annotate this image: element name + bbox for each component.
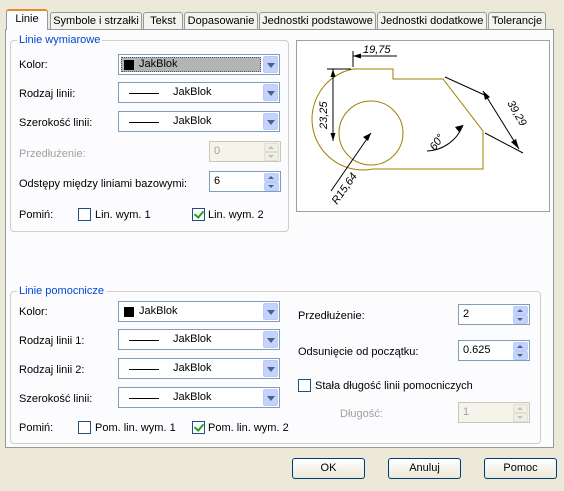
- ext-lineweight-label: Szerokość linii:: [19, 393, 93, 405]
- ext-extension-stepper[interactable]: 2: [458, 304, 530, 325]
- dim-suppress-label: Pomiń:: [19, 209, 54, 221]
- dim-linetype-label: Rodzaj linii:: [19, 88, 76, 100]
- preview-outline: [311, 68, 484, 171]
- spin-up-icon[interactable]: [264, 143, 279, 152]
- ext-suppress-2-label[interactable]: Pom. lin. wym. 2: [208, 422, 289, 434]
- dim-color-label: Kolor:: [19, 59, 48, 71]
- ext-extension-label: Przedłużenie:: [298, 310, 365, 322]
- ext-offset-value: 0.625: [463, 344, 491, 356]
- chevron-down-icon[interactable]: [263, 389, 278, 406]
- chevron-down-icon[interactable]: [263, 56, 278, 73]
- length-label: Długość:: [340, 408, 383, 420]
- dim-lineweight-value: JakBlok: [173, 115, 212, 127]
- preview-dim-top: 19,75: [363, 44, 391, 56]
- tab-symbole[interactable]: Symbole i strzałki: [50, 12, 142, 29]
- tab-linie[interactable]: Linie: [6, 9, 48, 30]
- dim-extension-stepper[interactable]: 0: [209, 141, 281, 162]
- tab-tolerancje[interactable]: Tolerancje: [488, 12, 546, 29]
- length-stepper[interactable]: 1: [458, 402, 530, 423]
- preview-dim-right: 39,29: [504, 99, 528, 129]
- spin-down-icon[interactable]: [513, 351, 528, 360]
- line-sample-icon: [129, 369, 159, 370]
- chevron-down-icon[interactable]: [263, 113, 278, 130]
- dim-suppress-1-checkbox[interactable]: [78, 208, 91, 221]
- chevron-down-icon[interactable]: [263, 84, 278, 101]
- tab-jednostki-dodatkowe[interactable]: Jednostki dodatkowe: [377, 12, 487, 29]
- ext-suppress-2-checkbox[interactable]: [192, 421, 205, 434]
- chevron-down-icon[interactable]: [263, 303, 278, 320]
- dim-color-select[interactable]: JakBlok: [118, 54, 280, 75]
- ext-suppress-1-checkbox[interactable]: [78, 421, 91, 434]
- ext-linetype1-select[interactable]: JakBlok: [118, 329, 280, 350]
- ext-color-value: JakBlok: [139, 305, 178, 317]
- tab-tekst[interactable]: Tekst: [143, 12, 183, 29]
- preview-dim-radius: R15,64: [330, 171, 360, 207]
- dim-extension-value: 0: [214, 145, 221, 157]
- preview-drawing: 19,75 23,25 39,29 60° R15,64: [311, 44, 529, 207]
- ext-suppress-1-label[interactable]: Pom. lin. wym. 1: [95, 422, 176, 434]
- preview-dim-angle: 60°: [428, 132, 448, 153]
- ext-linetype2-select[interactable]: JakBlok: [118, 358, 280, 379]
- dim-suppress-2-checkbox[interactable]: [192, 208, 205, 221]
- chevron-down-icon[interactable]: [263, 360, 278, 377]
- line-sample-icon: [129, 398, 159, 399]
- ext-lineweight-select[interactable]: JakBlok: [118, 387, 280, 408]
- dim-lineweight-select[interactable]: JakBlok: [118, 111, 280, 132]
- fixed-length-checkbox[interactable]: [298, 379, 311, 392]
- fixed-length-label[interactable]: Stała długość linii pomocniczych: [315, 380, 473, 392]
- length-value: 1: [463, 406, 470, 418]
- dim-suppress-2-label[interactable]: Lin. wym. 2: [208, 209, 264, 221]
- spin-up-icon[interactable]: [513, 404, 528, 413]
- spin-up-icon[interactable]: [513, 342, 528, 351]
- ext-linetype1-value: JakBlok: [173, 333, 212, 345]
- tab-dopasowanie[interactable]: Dopasowanie: [184, 12, 258, 29]
- spin-down-icon[interactable]: [513, 315, 528, 324]
- line-sample-icon: [129, 340, 159, 341]
- color-swatch-icon: [124, 307, 134, 317]
- ext-color-label: Kolor:: [19, 306, 48, 318]
- dim-color-value: JakBlok: [139, 58, 178, 70]
- preview-dim-left: 23,25: [318, 101, 330, 130]
- dimension-preview: 19,75 23,25 39,29 60° R15,64: [296, 40, 550, 212]
- ext-linetype2-value: JakBlok: [173, 362, 212, 374]
- cancel-button[interactable]: Anuluj: [388, 458, 461, 479]
- spin-up-icon[interactable]: [264, 173, 279, 182]
- chevron-down-icon[interactable]: [263, 331, 278, 348]
- spin-down-icon[interactable]: [264, 182, 279, 191]
- tab-jednostki-podstawowe[interactable]: Jednostki podstawowe: [259, 12, 376, 29]
- ext-linetype1-label: Rodzaj linii 1:: [19, 335, 85, 347]
- ext-linetype2-label: Rodzaj linii 2:: [19, 364, 85, 376]
- color-swatch-icon: [124, 60, 134, 70]
- dim-lines-legend: Linie wymiarowe: [17, 34, 103, 46]
- spin-down-icon[interactable]: [513, 413, 528, 422]
- ext-offset-stepper[interactable]: 0.625: [458, 340, 530, 361]
- dim-lineweight-label: Szerokość linii:: [19, 117, 93, 129]
- ok-button[interactable]: OK: [292, 458, 365, 479]
- ext-lines-legend: Linie pomocnicze: [17, 285, 106, 297]
- ext-extension-value: 2: [463, 308, 470, 320]
- ext-offset-label: Odsunięcie od początku:: [298, 346, 419, 358]
- line-sample-icon: [129, 122, 159, 123]
- line-sample-icon: [129, 93, 159, 94]
- ext-suppress-label: Pomiń:: [19, 422, 54, 434]
- spin-up-icon[interactable]: [513, 306, 528, 315]
- dim-linetype-select[interactable]: JakBlok: [118, 82, 280, 103]
- dim-linetype-value: JakBlok: [173, 86, 212, 98]
- spin-down-icon[interactable]: [264, 152, 279, 161]
- ext-lineweight-value: JakBlok: [173, 391, 212, 403]
- help-button[interactable]: Pomoc: [484, 458, 557, 479]
- dim-suppress-1-label[interactable]: Lin. wym. 1: [95, 209, 151, 221]
- baseline-spacing-value: 6: [214, 175, 221, 187]
- dim-extension-label: Przedłużenie:: [19, 148, 86, 160]
- ext-color-select[interactable]: JakBlok: [118, 301, 280, 322]
- baseline-spacing-label: Odstępy między liniami bazowymi:: [19, 178, 188, 190]
- baseline-spacing-stepper[interactable]: 6: [209, 171, 281, 192]
